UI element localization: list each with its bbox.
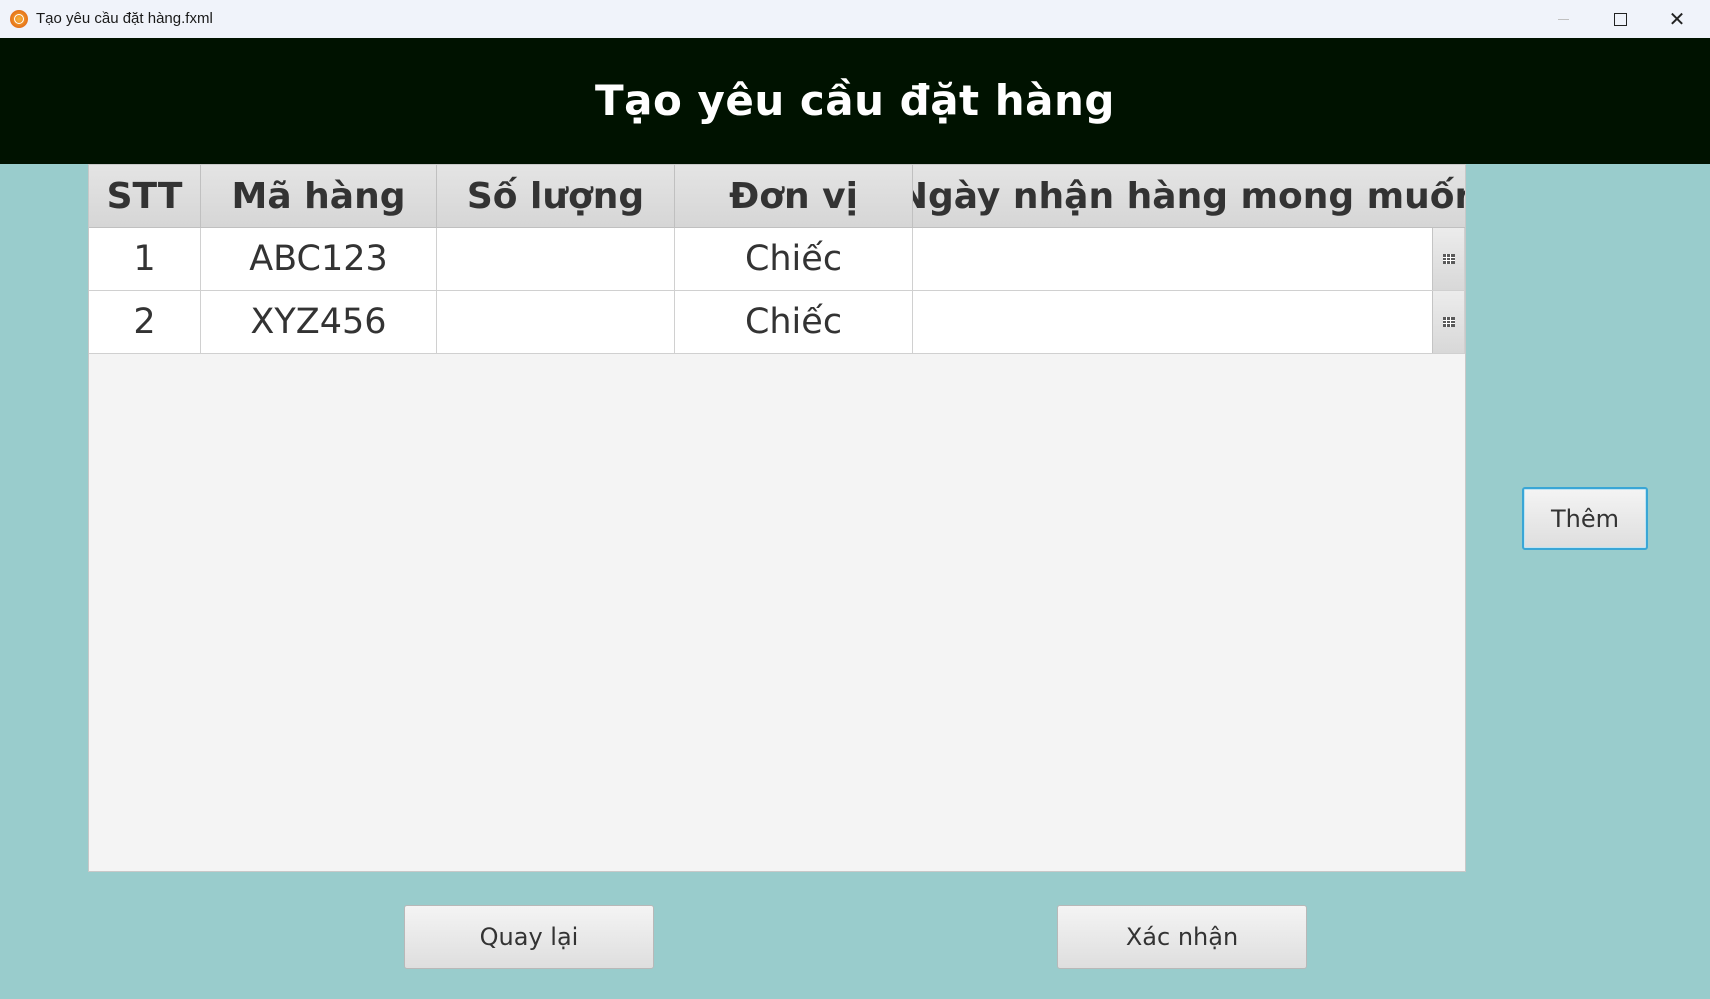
date-picker-button[interactable] [1432, 291, 1464, 353]
cell-desired-date [913, 228, 1465, 291]
confirm-button[interactable]: Xác nhận [1057, 905, 1307, 969]
window-title: Tạo yêu cầu đặt hàng.fxml [36, 10, 213, 27]
table-row[interactable]: 2 XYZ456 Chiếc [89, 291, 1465, 354]
cell-quantity [437, 291, 675, 354]
calendar-icon [1442, 254, 1455, 264]
cell-unit: Chiếc [675, 228, 913, 291]
date-picker-input[interactable] [913, 291, 1431, 353]
order-table: STT Mã hàng Số lượng Đơn vị Ngày nhận hà… [88, 164, 1466, 872]
main-content: STT Mã hàng Số lượng Đơn vị Ngày nhận hà… [0, 164, 1710, 999]
cell-unit: Chiếc [675, 291, 913, 354]
cell-stt: 1 [89, 228, 201, 291]
column-header-item-code[interactable]: Mã hàng [201, 165, 437, 228]
back-button[interactable]: Quay lại [404, 905, 654, 969]
date-picker-input[interactable] [913, 228, 1431, 290]
window-titlebar: Tạo yêu cầu đặt hàng.fxml ✕ [0, 0, 1710, 38]
calendar-icon [1442, 317, 1455, 327]
cell-desired-date [913, 291, 1465, 354]
column-header-unit[interactable]: Đơn vị [675, 165, 913, 228]
cell-item-code: XYZ456 [201, 291, 437, 354]
app-logo-icon [10, 10, 28, 28]
quantity-input[interactable] [437, 228, 674, 290]
add-button[interactable]: Thêm [1522, 487, 1648, 550]
table-row[interactable]: 1 ABC123 Chiếc [89, 228, 1465, 291]
column-header-quantity[interactable]: Số lượng [437, 165, 675, 228]
cell-quantity [437, 228, 675, 291]
cell-stt: 2 [89, 291, 201, 354]
quantity-input[interactable] [437, 291, 674, 353]
close-icon[interactable]: ✕ [1648, 0, 1706, 38]
page-header: Tạo yêu cầu đặt hàng [0, 38, 1710, 164]
table-body: 1 ABC123 Chiếc 2 XYZ456 Chiếc [89, 228, 1465, 354]
column-header-stt[interactable]: STT [89, 165, 201, 228]
date-picker-button[interactable] [1432, 228, 1464, 290]
maximize-icon[interactable] [1591, 0, 1649, 38]
table-header: STT Mã hàng Số lượng Đơn vị Ngày nhận hà… [89, 165, 1465, 228]
page-title: Tạo yêu cầu đặt hàng [595, 75, 1115, 125]
cell-item-code: ABC123 [201, 228, 437, 291]
minimize-icon[interactable] [1534, 0, 1592, 38]
column-header-desired-date[interactable]: Ngày nhận hàng mong muốn [913, 165, 1465, 228]
